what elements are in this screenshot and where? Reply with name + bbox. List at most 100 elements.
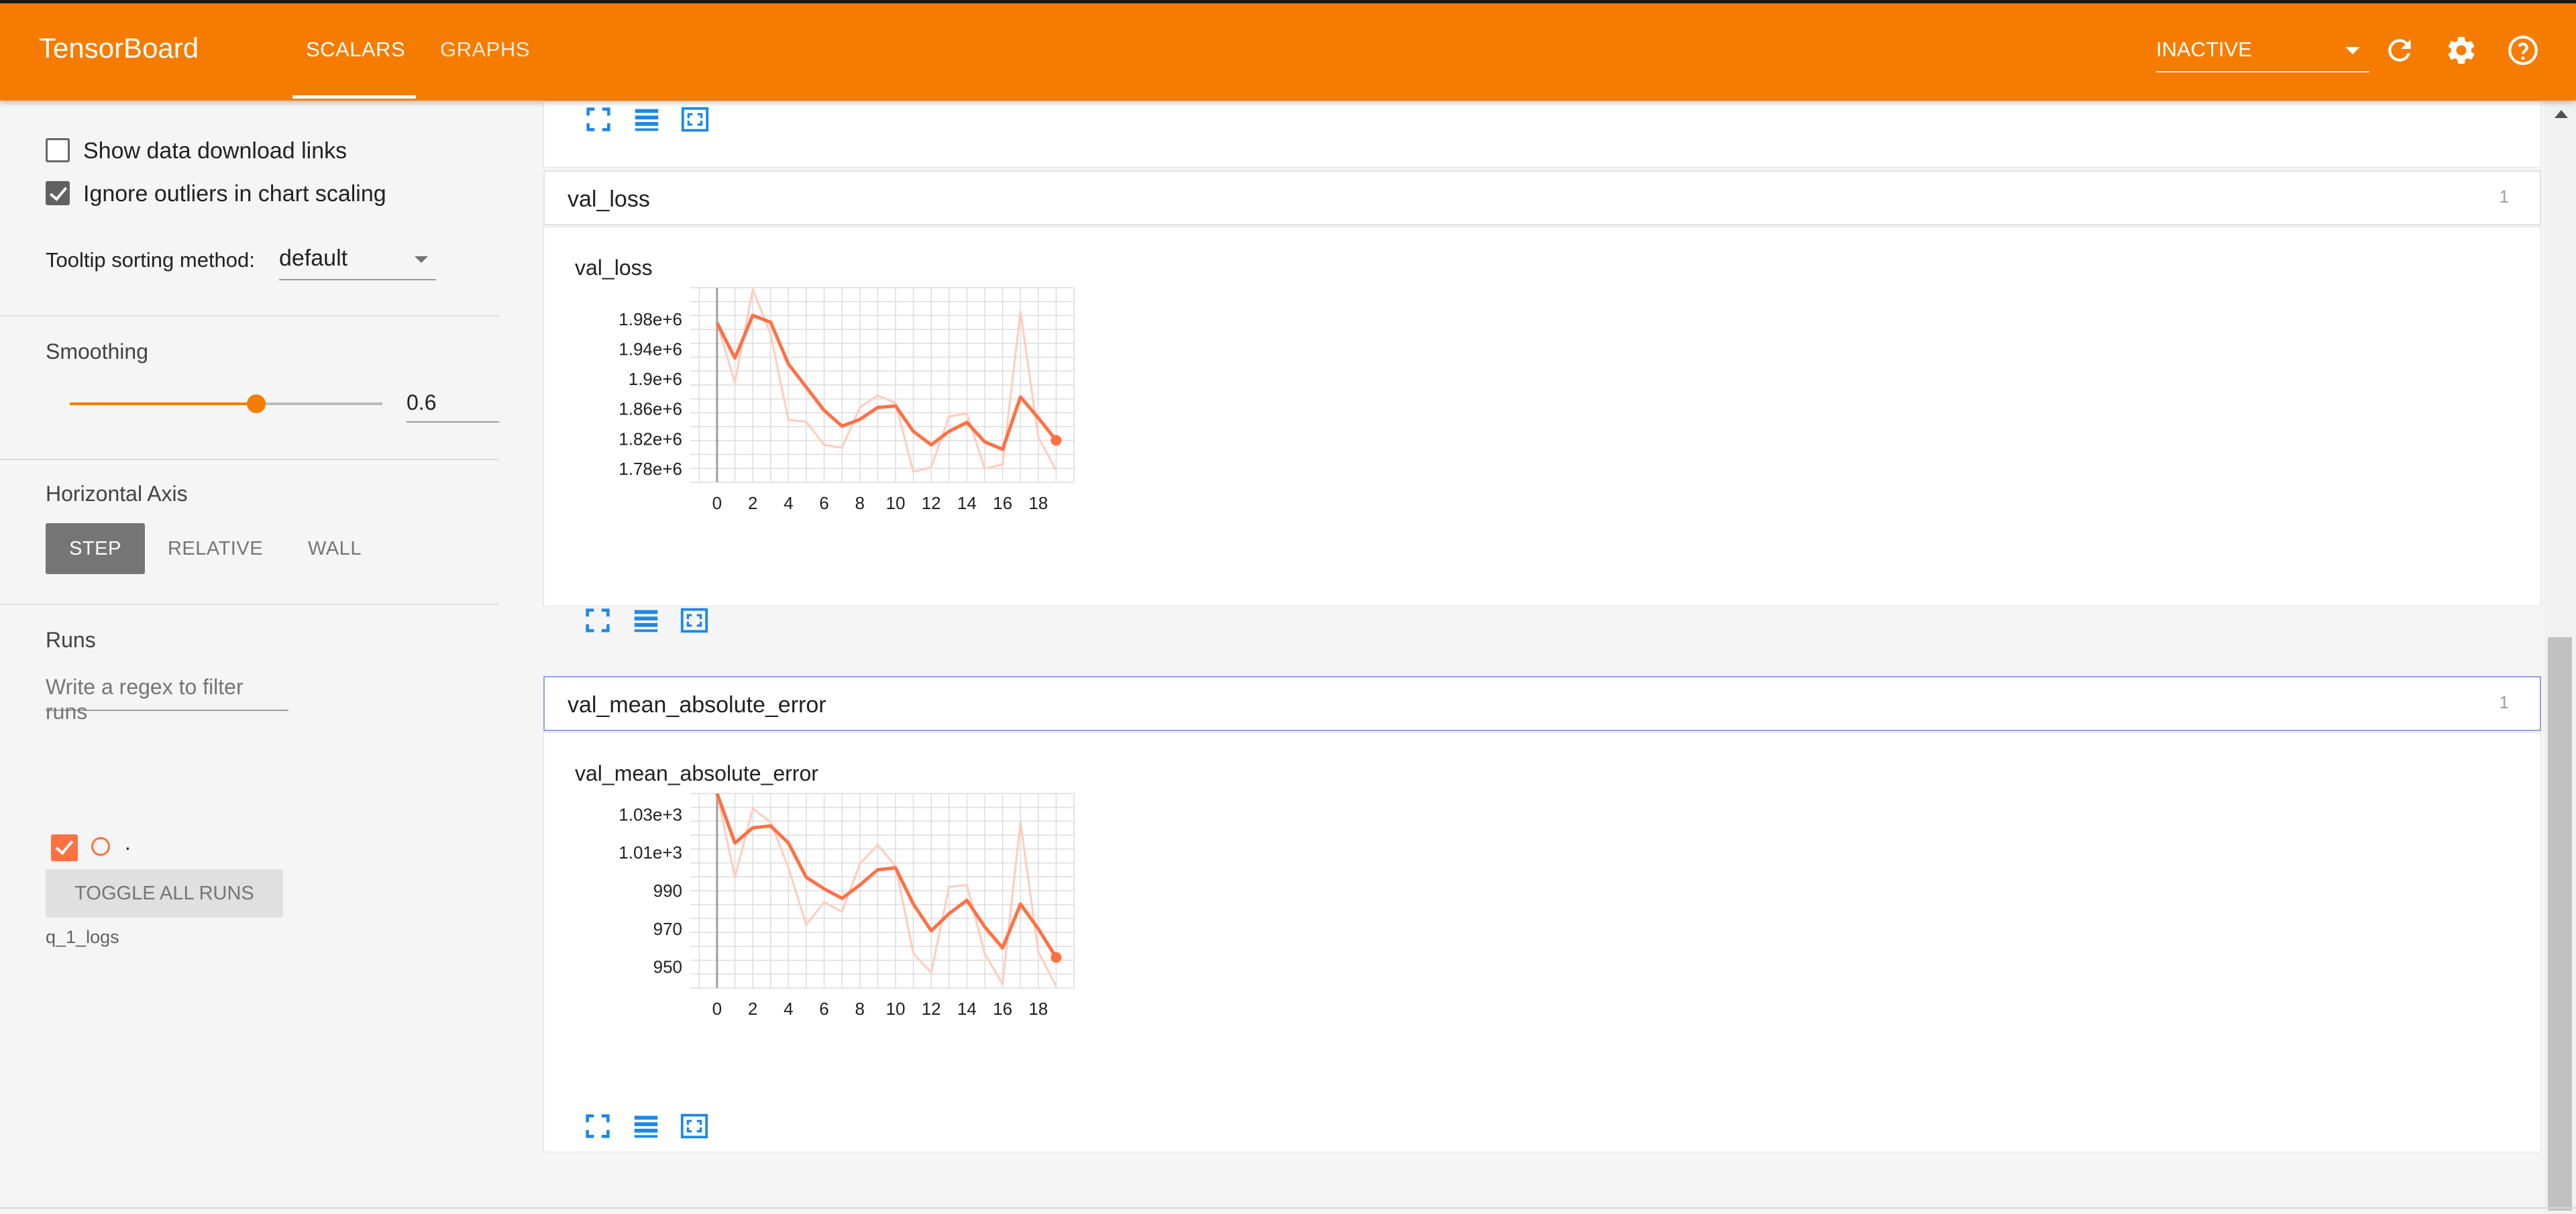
scroll-up-arrow-icon[interactable]	[2555, 110, 2568, 118]
fullscreen-icon[interactable]	[582, 1111, 613, 1142]
tooltip-sorting-dropdown[interactable]: default	[279, 244, 436, 280]
smoothing-value-input[interactable]: 0.6	[407, 389, 499, 423]
ignore-outliers-label: Ignore outliers in chart scaling	[83, 181, 386, 207]
x-tick-label: 18	[1028, 999, 1048, 1019]
sidebar-divider	[0, 604, 499, 605]
x-tick-label: 16	[993, 999, 1012, 1019]
category-header-val-loss[interactable]: val_loss 1	[543, 170, 2541, 225]
y-tick-label: 1.98e+6	[619, 309, 682, 329]
y-tick-label: 1.9e+6	[629, 369, 682, 389]
run-color-swatch	[91, 837, 110, 856]
run-status-value: INACTIVE	[2156, 38, 2252, 61]
val-loss-chart[interactable]: 1.98e+6 1.94e+6 1.9e+6 1.86e+6 1.82e+6 1.78e+…	[544, 227, 1094, 603]
active-tab-indicator	[292, 95, 416, 99]
y-tick-label: 1.82e+6	[619, 429, 682, 449]
y-tick-label: 1.94e+6	[619, 339, 682, 359]
x-tick-label: 0	[712, 999, 722, 1019]
x-tick-label: 0	[712, 493, 722, 513]
category-count: 1	[2499, 186, 2509, 207]
fit-domain-icon[interactable]	[680, 104, 710, 135]
horizontal-axis-heading: Horizontal Axis	[46, 482, 188, 506]
y-tick-label: 1.78e+6	[619, 459, 682, 479]
smoothing-slider-fill	[70, 402, 256, 405]
x-tick-label: 16	[993, 493, 1012, 513]
data-table-icon[interactable]	[631, 1111, 661, 1142]
toggle-all-runs-button[interactable]: TOGGLE ALL RUNS	[46, 869, 283, 918]
refresh-icon[interactable]	[2383, 34, 2416, 67]
raw-series-line	[716, 793, 1057, 987]
sidebar: Show data download links Ignore outliers…	[0, 101, 543, 1214]
x-tick-label: 14	[957, 999, 977, 1019]
axis-wall-button[interactable]: WALL	[290, 523, 380, 574]
tab-scalars[interactable]: SCALARS	[306, 38, 405, 62]
main-content: val_loss 1 val_loss 1.98e+6 1.94e+6 1.9e+6…	[543, 101, 2541, 1214]
tooltip-sorting-label: Tooltip sorting method:	[46, 248, 255, 272]
smoothing-slider[interactable]	[70, 394, 382, 413]
y-tick-label: 1.01e+3	[619, 842, 682, 863]
axis-step-button[interactable]: STEP	[46, 523, 145, 574]
x-tick-label: 12	[922, 999, 941, 1019]
x-tick-label: 10	[885, 493, 905, 513]
log-dir-label: q_1_logs	[46, 927, 119, 947]
y-tick-label: 990	[653, 881, 682, 901]
fit-domain-icon[interactable]	[679, 605, 710, 636]
x-tick-label: 4	[784, 999, 793, 1019]
smoothed-series-line	[715, 313, 1058, 451]
app-title: TensorBoard	[39, 32, 199, 64]
x-tick-label: 12	[922, 493, 941, 513]
ignore-outliers-checkbox[interactable]	[46, 181, 70, 205]
run-status-dropdown[interactable]: INACTIVE	[2156, 32, 2369, 72]
page-scrollbar[interactable]	[2544, 101, 2576, 1214]
category-count: 1	[2499, 692, 2509, 712]
y-tick-label: 970	[653, 919, 682, 939]
x-tick-label: 6	[819, 999, 828, 1019]
tab-graphs[interactable]: GRAPHS	[440, 38, 530, 62]
x-tick-label: 8	[855, 493, 865, 513]
data-table-icon[interactable]	[631, 605, 661, 636]
show-download-links-label: Show data download links	[83, 138, 347, 164]
category-name: val_loss	[568, 186, 650, 212]
smoothing-slider-knob[interactable]	[247, 394, 266, 413]
chevron-down-icon	[2345, 47, 2360, 54]
fullscreen-icon[interactable]	[583, 104, 614, 135]
last-point-marker	[1051, 435, 1062, 446]
axis-relative-button[interactable]: RELATIVE	[158, 523, 272, 574]
x-tick-label: 6	[819, 493, 828, 513]
last-point-marker	[1051, 952, 1062, 963]
category-header-val-mean-absolute-error[interactable]: val_mean_absolute_error 1	[543, 676, 2541, 731]
fit-domain-icon[interactable]	[679, 1111, 710, 1142]
show-download-links-checkbox[interactable]	[46, 138, 70, 162]
category-name: val_mean_absolute_error	[568, 692, 826, 718]
run-name: .	[125, 830, 131, 854]
sidebar-divider	[0, 459, 499, 460]
smoothing-heading: Smoothing	[46, 339, 148, 364]
tooltip-sorting-value: default	[279, 245, 348, 271]
window-bottom-edge	[0, 1207, 2576, 1209]
top-app-bar: TensorBoard SCALARS GRAPHS INACTIVE	[0, 0, 2576, 101]
run-checkbox[interactable]	[51, 834, 78, 861]
x-tick-label: 14	[957, 493, 977, 513]
y-tick-label: 950	[653, 957, 682, 977]
chart-card-val-loss: val_loss 1.98e+6 1.94e+6 1.9e+6 1.86e+6 1.82…	[543, 227, 2541, 606]
x-tick-label: 2	[748, 493, 757, 513]
previous-chart-card	[543, 101, 2541, 168]
help-icon[interactable]	[2506, 34, 2540, 67]
settings-icon[interactable]	[2445, 34, 2478, 67]
scrollbar-thumb[interactable]	[2548, 637, 2572, 1211]
chart-card-val-mean-absolute-error: val_mean_absolute_error 1.03e+3 1.01e+3 99…	[543, 732, 2541, 1152]
x-tick-label: 8	[855, 999, 865, 1019]
x-tick-label: 4	[784, 493, 793, 513]
x-tick-label: 18	[1028, 493, 1048, 513]
chevron-down-icon	[415, 256, 428, 263]
runs-heading: Runs	[46, 628, 96, 652]
y-tick-label: 1.03e+3	[619, 804, 682, 824]
x-tick-label: 2	[748, 999, 757, 1019]
window-top-edge	[0, 0, 2576, 3]
val-mae-chart[interactable]: 1.03e+3 1.01e+3 990 970 950 0 2 4 6 8 10 12 14 16 18	[544, 733, 1094, 1109]
run-filter-input[interactable]: Write a regex to filter runs	[46, 675, 288, 724]
data-table-icon[interactable]	[631, 104, 662, 135]
x-tick-label: 10	[885, 999, 905, 1019]
y-tick-label: 1.86e+6	[619, 399, 682, 419]
sidebar-divider	[0, 315, 499, 317]
fullscreen-icon[interactable]	[582, 605, 613, 636]
